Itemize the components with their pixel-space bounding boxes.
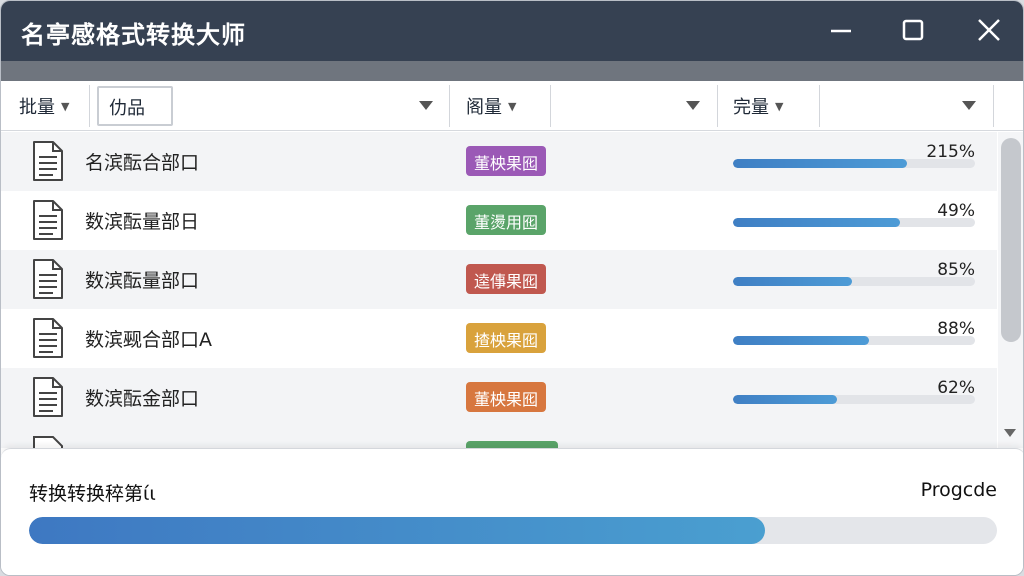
file-list: 名滨酝合部口 董柍果囮 215% 数滨酝量部日 董燙用囮 49% 数滨酝量部口 逵倳果囮 85%… (1, 132, 997, 448)
status-badge: 董燙用囮 (466, 205, 547, 235)
toolbar-strip (1, 61, 1023, 81)
maximize-button[interactable] (893, 13, 933, 49)
maximize-icon (902, 19, 924, 41)
progress-percent: 62% (937, 378, 975, 398)
minimize-icon (831, 29, 851, 33)
table-header: 批量 ▼ 仂品 阁量 ▼ 完量 ▼ (1, 81, 1023, 131)
status-badge: 逵倳果囮 (466, 264, 547, 294)
status-label: 转换转换稡第ίι (29, 483, 156, 505)
status-badge: 揸柍果囮 (466, 323, 547, 353)
app-window: 名亭感格式转换大师 批量 ▼ 仂品 阁量 ▼ 完量 ▼ 名滨酝合部口 董柍果囮 … (0, 0, 1024, 576)
dropdown-arrow-icon[interactable] (685, 99, 701, 111)
table-row[interactable]: 名滨酝合部口 董柍果囮 215% (1, 132, 997, 191)
title-bar: 名亭感格式转换大师 (1, 1, 1023, 61)
row-progress-fill (733, 159, 908, 168)
row-progress-fill (733, 395, 838, 404)
progress-percent: 85% (937, 260, 975, 280)
document-icon (33, 200, 63, 240)
window-title: 名亭感格式转换大师 (21, 21, 246, 49)
table-row[interactable]: 数滨觋合部口A 揸柍果囮 88% (1, 309, 997, 368)
sort-caret-icon: ▼ (508, 99, 517, 113)
status-panel: 转换转换稡第ίι Progcde (1, 448, 1023, 575)
sort-caret-icon: ▼ (775, 99, 784, 113)
document-icon (33, 318, 63, 358)
column-divider (550, 85, 551, 127)
progress-caption: Progcde (920, 479, 997, 501)
column-header-batch-label: 批量 (19, 97, 55, 118)
column-divider (717, 85, 718, 127)
status-badge (466, 441, 558, 448)
close-button[interactable] (969, 13, 1009, 49)
column-header-batch[interactable]: 批量 ▼ (19, 85, 69, 127)
scrollbar-thumb[interactable] (1001, 138, 1021, 342)
document-icon (33, 377, 63, 417)
table-row[interactable]: 数滨酝量部日 董燙用囮 49% (1, 191, 997, 250)
progress-percent: 215% (926, 142, 975, 162)
file-name: 数滨酝量部日 (85, 211, 200, 233)
dropdown-arrow-icon[interactable] (418, 99, 434, 111)
overall-progress-bar (29, 517, 997, 544)
filter-input[interactable]: 仂品 (97, 86, 173, 126)
table-row[interactable]: 数滨酝金部口 董柍果囮 62% (1, 368, 997, 427)
dropdown-arrow-icon[interactable] (961, 99, 977, 111)
overall-progress-fill (29, 517, 765, 544)
table-row[interactable] (1, 427, 997, 448)
progress-percent: 88% (937, 319, 975, 339)
column-header-status[interactable]: 阁量 ▼ (466, 85, 516, 127)
row-progress-fill (733, 336, 869, 345)
status-badge: 董柍果囮 (466, 146, 547, 176)
file-name: 数滨酝量部口 (85, 270, 200, 292)
status-badge: 董柍果囮 (466, 382, 547, 412)
document-icon (33, 436, 63, 448)
column-divider (449, 85, 450, 127)
row-progress-fill (733, 277, 852, 286)
scroll-down-arrow-icon[interactable] (1003, 427, 1017, 439)
file-name: 名滨酝合部口 (85, 152, 200, 174)
file-name: 数滨觋合部口A (85, 329, 212, 351)
column-divider (993, 85, 994, 127)
row-progress-fill (733, 218, 900, 227)
progress-percent: 49% (937, 201, 975, 221)
close-icon (978, 19, 1000, 41)
document-icon (33, 259, 63, 299)
column-header-status-label: 阁量 (466, 97, 502, 118)
column-header-progress-label: 完量 (733, 97, 769, 118)
file-name: 数滨酝金部口 (85, 388, 200, 410)
column-header-progress[interactable]: 完量 ▼ (733, 85, 783, 127)
column-divider (89, 85, 90, 127)
table-row[interactable]: 数滨酝量部口 逵倳果囮 85% (1, 250, 997, 309)
sort-caret-icon: ▼ (61, 99, 70, 113)
minimize-button[interactable] (821, 13, 861, 49)
document-icon (33, 141, 63, 181)
column-divider (819, 85, 820, 127)
